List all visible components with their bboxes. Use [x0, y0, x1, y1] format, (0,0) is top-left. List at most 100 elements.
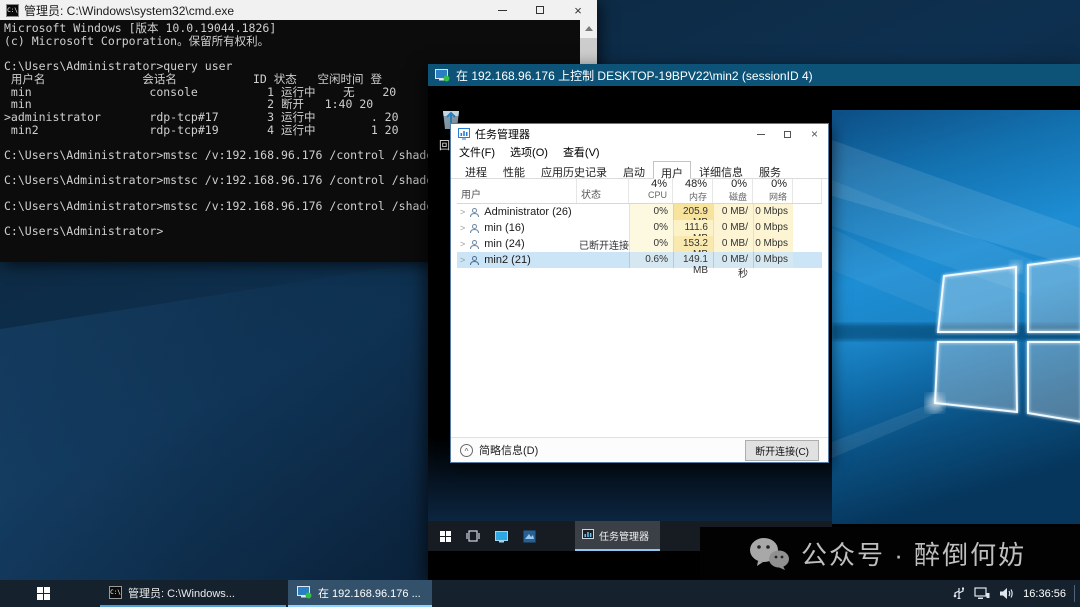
memory-value: 205.9 MB	[673, 204, 713, 220]
column-memory[interactable]: 48% 内存	[673, 179, 713, 203]
network-value: 0 Mbps	[753, 204, 793, 220]
taskmgr-close-button[interactable]: ×	[801, 124, 828, 144]
task-manager-title: 任务管理器	[475, 126, 530, 142]
tab-details[interactable]: 详细信息	[691, 160, 751, 178]
show-desktop-button[interactable]	[1074, 585, 1075, 602]
user-icon	[469, 255, 480, 266]
rdp-shadow-window[interactable]: 在 192.168.96.176 上控制 DESKTOP-19BPV22\min…	[428, 64, 1080, 580]
user-name: min (24)	[484, 238, 524, 250]
user-icon	[469, 223, 480, 234]
task-manager-menubar: 文件(F) 选项(O) 查看(V)	[451, 144, 828, 160]
remote-start-button[interactable]	[440, 531, 451, 542]
task-manager-titlebar[interactable]: 任务管理器 ×	[451, 124, 828, 144]
users-table-header: ^ 用户 状态 4% CPU 48% 内存 0%	[457, 179, 822, 204]
cmd-maximize-button[interactable]	[521, 0, 559, 20]
menu-view[interactable]: 查看(V)	[563, 144, 600, 160]
start-button[interactable]	[20, 580, 66, 607]
rdp-titlebar[interactable]: 在 192.168.96.176 上控制 DESKTOP-19BPV22\min…	[428, 64, 1080, 86]
disconnect-button[interactable]: 断开连接(C)	[745, 440, 819, 461]
tab-users[interactable]: 用户	[653, 161, 691, 179]
disk-total-pct: 0%	[718, 178, 747, 190]
expand-chevron-icon[interactable]: >	[460, 223, 465, 233]
sort-indicator-icon: ^	[457, 167, 576, 177]
task-manager-footer: ^ 简略信息(D) 断开连接(C)	[451, 437, 828, 462]
user-row-min2-selected[interactable]: > min2 (21) 0.6% 149.1 MB 0 MB/秒 0 Mbps	[457, 252, 822, 268]
disk-value: 0 MB/秒	[713, 252, 753, 268]
user-name: min (16)	[484, 222, 524, 234]
column-status-label: 状态	[581, 186, 601, 201]
rdp-session-icon	[297, 586, 312, 599]
volume-icon[interactable]	[999, 587, 1014, 600]
taskmgr-button-label: 任务管理器	[599, 528, 649, 543]
details-toggle[interactable]: ^ 简略信息(D)	[460, 442, 538, 458]
cmd-close-button[interactable]: ×	[559, 0, 597, 20]
taskbar-rdp-button[interactable]: 在 192.168.96.176 ...	[288, 580, 432, 607]
network-total-pct: 0%	[758, 178, 787, 190]
taskbar-clock[interactable]: 16:36:56	[1023, 588, 1066, 600]
scroll-up-icon[interactable]	[580, 20, 597, 37]
cpu-label: CPU	[634, 190, 667, 200]
remote-wallpaper	[832, 110, 1080, 524]
close-icon: ×	[811, 128, 818, 140]
maximize-icon	[784, 131, 791, 138]
minimize-icon	[498, 10, 507, 11]
expand-chevron-icon[interactable]: >	[460, 207, 465, 217]
pinned-app-icon-2[interactable]	[523, 530, 536, 543]
cpu-value: 0.6%	[629, 252, 673, 268]
expand-chevron-icon[interactable]: >	[460, 255, 465, 265]
column-user[interactable]: ^ 用户	[457, 179, 577, 203]
taskbar: C:\ 管理员: C:\Windows... 在 192.168.96.176 …	[0, 580, 1080, 607]
taskbar-cmd-button[interactable]: C:\ 管理员: C:\Windows...	[100, 580, 286, 607]
taskbar-rdp-label: 在 192.168.96.176 ...	[318, 585, 421, 601]
close-icon: ×	[574, 4, 582, 17]
maximize-icon	[536, 6, 544, 14]
cmd-titlebar[interactable]: C:\ 管理员: C:\Windows\system32\cmd.exe ×	[0, 0, 597, 20]
expand-chevron-icon[interactable]: >	[460, 239, 465, 249]
task-view-icon[interactable]	[466, 530, 480, 542]
user-row-administrator[interactable]: > Administrator (26) 0% 205.9 MB 0 MB/秒 …	[457, 204, 822, 220]
taskmgr-maximize-button[interactable]	[774, 124, 801, 144]
column-network[interactable]: 0% 网络	[753, 179, 793, 203]
network-value: 0 Mbps	[753, 236, 793, 252]
user-row-min16[interactable]: > min (16) 0% 111.6 MB 0 MB/秒 0 Mbps	[457, 220, 822, 236]
menu-options[interactable]: 选项(O)	[510, 144, 548, 160]
wechat-icon	[748, 536, 790, 572]
cpu-value: 0%	[629, 204, 673, 220]
disk-value: 0 MB/秒	[713, 236, 753, 252]
column-cpu[interactable]: 4% CPU	[629, 179, 673, 203]
watermark: 公众号 · 醉倒何妨	[700, 527, 1080, 580]
cmd-icon: C:\	[109, 586, 122, 599]
watermark-text: 公众号 · 醉倒何妨	[801, 535, 1026, 572]
remote-desktop[interactable]: 回	[428, 86, 1080, 580]
taskmgr-minimize-button[interactable]	[747, 124, 774, 144]
rdp-session-icon	[435, 69, 450, 82]
pinned-app-icon[interactable]	[495, 530, 508, 543]
tab-services[interactable]: 服务	[751, 160, 789, 178]
network-label: 网络	[758, 190, 787, 203]
disk-value: 0 MB/秒	[713, 204, 753, 220]
column-user-label: 用户	[461, 186, 481, 201]
network-value: 0 Mbps	[753, 252, 793, 268]
memory-value: 111.6 MB	[673, 220, 713, 236]
cmd-minimize-button[interactable]	[483, 0, 521, 20]
details-toggle-label: 简略信息(D)	[479, 442, 538, 458]
memory-value: 149.1 MB	[673, 252, 713, 268]
users-table: > Administrator (26) 0% 205.9 MB 0 MB/秒 …	[457, 204, 822, 268]
task-manager-icon	[458, 128, 470, 140]
user-row-min24[interactable]: > min (24) 已断开连接 0% 153.2 MB 0 MB/秒 0 Mb…	[457, 236, 822, 252]
remote-taskbar-taskmgr-button[interactable]: 任务管理器	[575, 521, 660, 551]
task-manager-window[interactable]: 任务管理器 × 文件(F) 选项(O) 查看(V) 进程 性能 应用历史记录	[450, 123, 829, 463]
column-disk[interactable]: 0% 磁盘	[713, 179, 753, 203]
user-name: Administrator (26)	[484, 206, 571, 218]
user-icon	[469, 239, 480, 250]
disk-label: 磁盘	[718, 190, 747, 203]
menu-file[interactable]: 文件(F)	[459, 144, 495, 160]
tab-startup[interactable]: 启动	[615, 160, 653, 178]
column-status[interactable]: 状态	[577, 179, 629, 203]
rdp-window-title: 在 192.168.96.176 上控制 DESKTOP-19BPV22\min…	[456, 67, 813, 84]
taskbar-cmd-label: 管理员: C:\Windows...	[128, 585, 235, 601]
user-icon	[469, 207, 480, 218]
network-icon[interactable]	[974, 587, 990, 600]
system-tray: 16:36:56	[953, 580, 1066, 607]
usb-icon[interactable]	[953, 587, 965, 601]
